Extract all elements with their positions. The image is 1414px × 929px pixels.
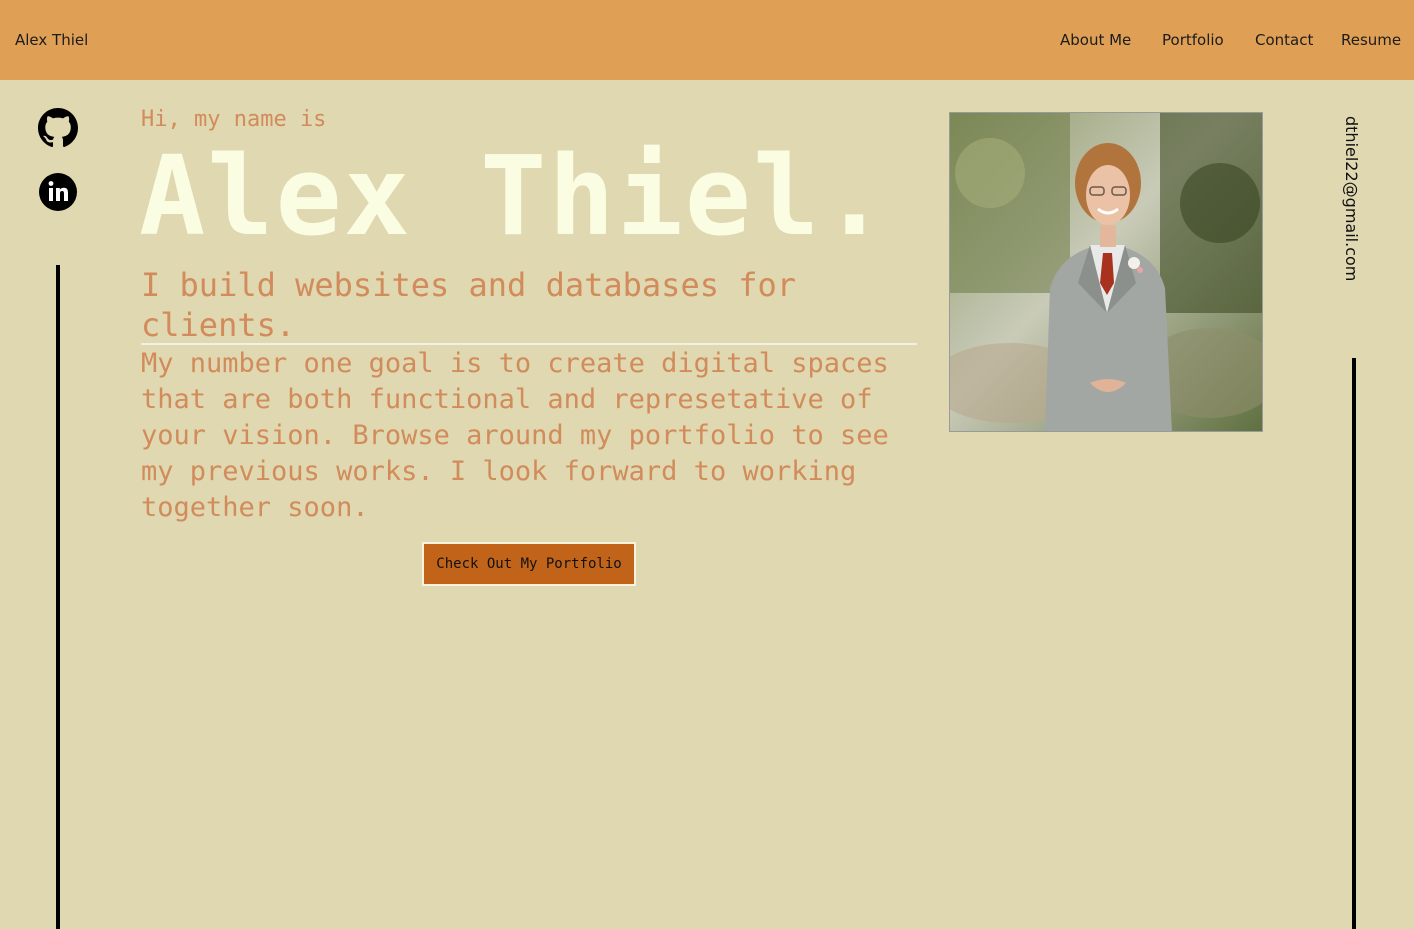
linkedin-icon[interactable] (38, 172, 78, 212)
github-icon[interactable] (38, 108, 78, 148)
nav-links: About Me Portfolio Contact Resume (0, 31, 1414, 51)
hero-tagline: I build websites and databases for clien… (141, 266, 797, 344)
nav-link-portfolio[interactable]: Portfolio (1162, 31, 1224, 49)
nav-link-resume[interactable]: Resume (1341, 31, 1401, 49)
nav-link-about-me[interactable]: About Me (1060, 31, 1131, 49)
greeting-text: Hi, my name is (141, 107, 327, 132)
check-out-portfolio-button[interactable]: Check Out My Portfolio (422, 542, 636, 586)
hero-name: Alex Thiel. (139, 132, 890, 260)
navbar: Alex Thiel About Me Portfolio Contact Re… (0, 0, 1414, 80)
nav-link-contact[interactable]: Contact (1255, 31, 1313, 49)
profile-photo (949, 112, 1263, 432)
hero-divider (141, 343, 917, 345)
left-vertical-line (56, 265, 60, 929)
right-vertical-line (1352, 358, 1356, 929)
hero-description: My number one goal is to create digital … (141, 348, 889, 523)
email-link[interactable]: dthiel22@gmail.com (1342, 116, 1361, 281)
